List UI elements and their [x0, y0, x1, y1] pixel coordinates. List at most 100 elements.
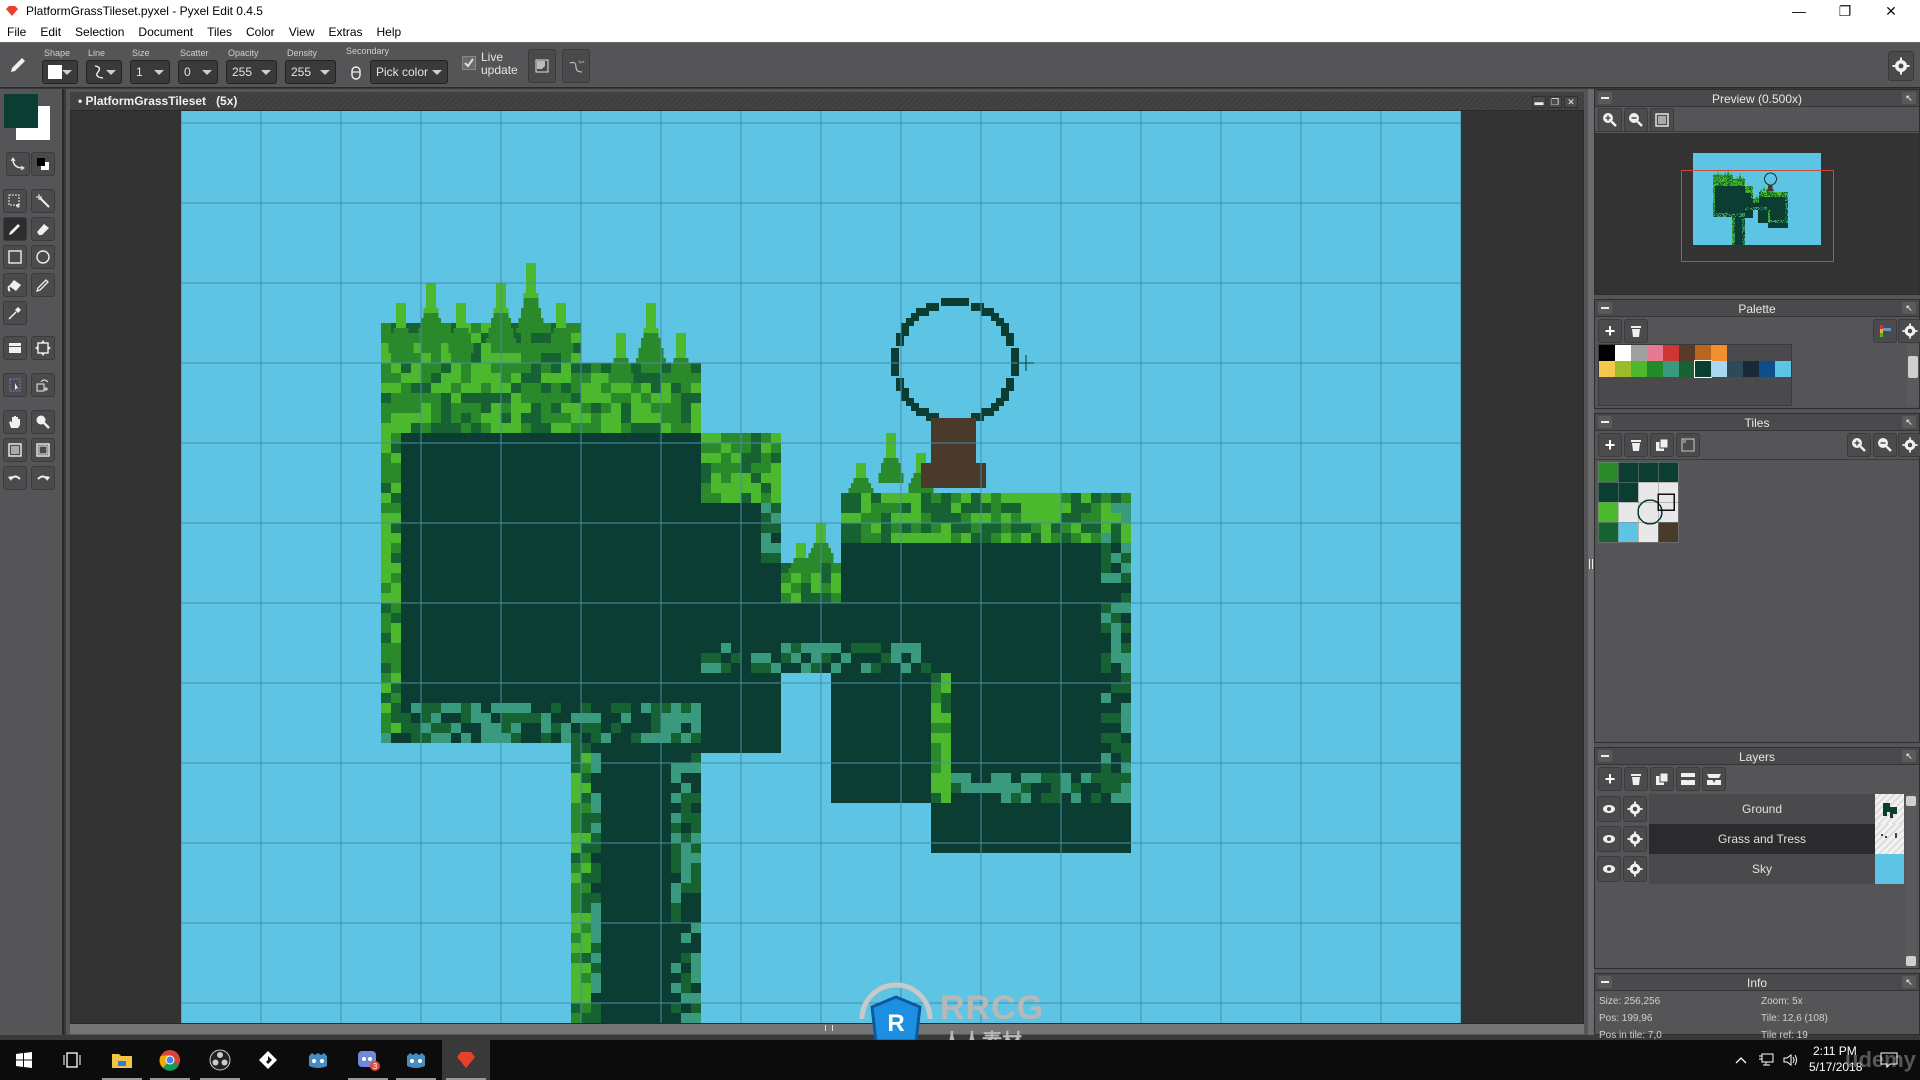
rectangle-select-tool[interactable]	[3, 189, 27, 213]
scroll-up-button[interactable]	[1906, 796, 1916, 806]
palette-swatch[interactable]	[1695, 345, 1711, 361]
taskbar-file-explorer[interactable]	[98, 1040, 146, 1080]
menu-help[interactable]: Help	[377, 25, 402, 39]
undock-panel-button[interactable]: ↖	[1902, 976, 1916, 988]
line-dropdown[interactable]	[86, 60, 122, 84]
doc-restore-button[interactable]: ❐	[1548, 96, 1562, 108]
palette-settings-button[interactable]	[1898, 319, 1920, 343]
doc-close-button[interactable]: ✕	[1564, 96, 1578, 108]
tile-thumbnail[interactable]	[1617, 501, 1639, 523]
transform-tool[interactable]	[31, 336, 55, 360]
scroll-down-button[interactable]	[1906, 956, 1916, 966]
palette-swatch[interactable]	[1615, 345, 1631, 361]
palette-swatch[interactable]	[1711, 361, 1727, 377]
restore-button[interactable]: ❐	[1822, 0, 1868, 22]
layers-scrollbar[interactable]	[1905, 794, 1917, 968]
scroll-thumb[interactable]	[1908, 356, 1918, 378]
palette-swatch[interactable]	[1615, 361, 1631, 377]
palette-swatch[interactable]	[1743, 361, 1759, 377]
tile-thumbnail[interactable]	[1598, 462, 1619, 483]
taskbar-discord[interactable]: 3	[344, 1040, 392, 1080]
palette-swatch[interactable]	[1775, 361, 1791, 377]
add-color-button[interactable]: +	[1598, 319, 1622, 343]
preview-tiled-view-button[interactable]	[1650, 108, 1674, 132]
preview-zoom-out-button[interactable]	[1624, 108, 1648, 132]
tile-thumbnail[interactable]	[1598, 521, 1619, 543]
eraser-tool[interactable]	[31, 217, 55, 241]
palette-swatch[interactable]	[1599, 361, 1615, 377]
tile-thumbnail[interactable]	[1637, 462, 1659, 483]
preview-zoom-in-button[interactable]	[1598, 108, 1622, 132]
horizontal-scrollbar[interactable]	[70, 1024, 1584, 1034]
swap-colors-button[interactable]	[6, 152, 30, 176]
palette-swatch[interactable]	[1694, 360, 1712, 378]
task-view-button[interactable]	[48, 1040, 96, 1080]
default-colors-button[interactable]	[31, 152, 55, 176]
secondary-action-dropdown[interactable]: Pick color	[370, 60, 448, 84]
menu-extras[interactable]: Extras	[328, 25, 362, 39]
tile-thumbnail[interactable]	[1598, 501, 1619, 523]
tile-thumbnail[interactable]	[1657, 481, 1679, 503]
shape-dropdown[interactable]	[42, 60, 78, 84]
opacity-dropdown[interactable]: 255	[226, 60, 277, 84]
close-button[interactable]: ✕	[1868, 0, 1914, 22]
menu-file[interactable]: File	[7, 25, 26, 39]
layer-settings-button[interactable]	[1623, 826, 1647, 852]
taskbar-gamemaker[interactable]	[244, 1040, 292, 1080]
pixel-art-canvas[interactable]	[181, 110, 1461, 1023]
volume-icon[interactable]	[1783, 1053, 1799, 1067]
merge-down-button[interactable]	[1676, 767, 1700, 791]
tiles-zoom-in-button[interactable]	[1847, 433, 1871, 457]
palette-swatch[interactable]	[1663, 345, 1679, 361]
flatten-layers-button[interactable]	[1702, 767, 1726, 791]
start-button[interactable]	[0, 1040, 48, 1080]
color-picker-tool[interactable]	[3, 301, 27, 325]
undock-panel-button[interactable]: ↖	[1902, 92, 1916, 104]
pixel-perfect-button[interactable]	[528, 49, 556, 83]
layer-settings-button[interactable]	[1623, 856, 1647, 882]
palette-swatch[interactable]	[1631, 345, 1647, 361]
layer-visibility-toggle[interactable]	[1597, 856, 1621, 882]
toggle-frame-button[interactable]	[31, 438, 55, 462]
tile-tool[interactable]	[3, 336, 27, 360]
tile-thumbnail[interactable]	[1637, 481, 1659, 503]
duplicate-tile-button[interactable]	[1650, 433, 1674, 457]
layer-row-ground[interactable]: Ground	[1597, 794, 1904, 824]
palette-swatch[interactable]	[1679, 345, 1695, 361]
palette-swatch[interactable]	[1631, 361, 1647, 377]
undock-panel-button[interactable]: ↖	[1902, 302, 1916, 314]
scatter-dropdown[interactable]: 0	[178, 60, 218, 84]
magic-wand-tool[interactable]	[31, 189, 55, 213]
density-dropdown[interactable]: 255	[285, 60, 336, 84]
rectangle-tool[interactable]	[3, 245, 27, 269]
add-layer-button[interactable]: +	[1598, 767, 1622, 791]
menu-edit[interactable]: Edit	[40, 25, 61, 39]
tiles-settings-button[interactable]	[1898, 433, 1920, 457]
add-tile-button[interactable]: +	[1598, 433, 1622, 457]
dither-pencil-tool[interactable]	[31, 273, 55, 297]
primary-color-swatch[interactable]	[4, 94, 38, 128]
menu-document[interactable]: Document	[138, 25, 193, 39]
taskbar-obs[interactable]	[196, 1040, 244, 1080]
preview-viewport-rect[interactable]	[1681, 170, 1834, 262]
palette-swatch[interactable]	[1599, 345, 1615, 361]
delete-tile-button[interactable]	[1624, 433, 1648, 457]
live-update-checkbox[interactable]	[462, 56, 476, 70]
pencil-tool[interactable]	[3, 217, 27, 241]
layer-visibility-toggle[interactable]	[1597, 826, 1621, 852]
taskbar-chrome[interactable]	[146, 1040, 194, 1080]
tablet-pressure-button[interactable]: 1px	[562, 49, 590, 83]
network-icon[interactable]	[1758, 1053, 1774, 1067]
undo-button[interactable]	[3, 466, 27, 490]
menu-view[interactable]: View	[289, 25, 315, 39]
tile-thumbnail[interactable]	[1657, 521, 1679, 543]
taskbar-pyxel-edit[interactable]	[442, 1040, 490, 1080]
palette-swatch[interactable]	[1679, 361, 1695, 377]
tile-thumbnail[interactable]	[1617, 521, 1639, 543]
size-dropdown[interactable]: 1	[130, 60, 170, 84]
preview-viewport[interactable]	[1595, 133, 1919, 294]
layer-settings-button[interactable]	[1623, 796, 1647, 822]
palette-swatch[interactable]	[1647, 345, 1663, 361]
tile-thumbnail[interactable]	[1657, 462, 1679, 483]
tile-thumbnail[interactable]	[1637, 521, 1659, 543]
